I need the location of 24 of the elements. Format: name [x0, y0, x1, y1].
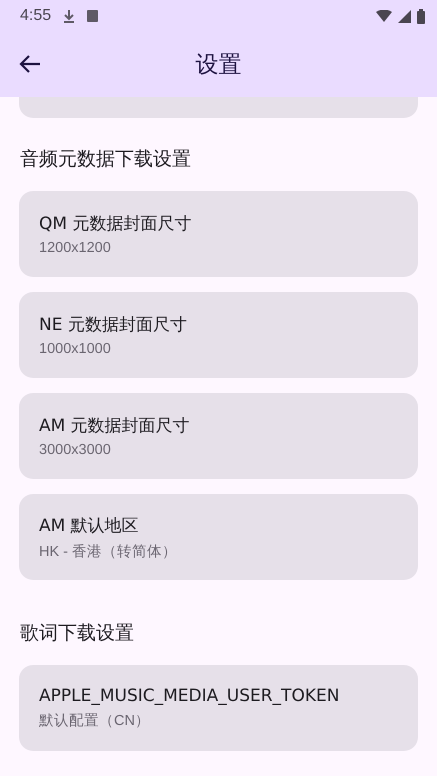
- settings-card[interactable]: AM 元数据封面尺寸 3000x3000: [19, 393, 418, 479]
- setting-value: 3000x3000: [39, 442, 112, 458]
- setting-title: QM 元数据封面尺寸: [39, 213, 192, 235]
- back-icon[interactable]: [19, 55, 41, 73]
- setting-value: 1000x1000: [39, 341, 112, 357]
- setting-title: AM 默认地区: [39, 514, 140, 536]
- download-icon: [63, 9, 76, 23]
- signal-icon: [398, 10, 411, 22]
- setting-value: HK - 香港（转简体）: [39, 542, 178, 560]
- setting-title: NE 元数据封面尺寸: [39, 314, 188, 336]
- status-time: 4:55: [20, 7, 52, 25]
- settings-card[interactable]: QM 元数据封面尺寸 1200x1200: [19, 191, 418, 277]
- setting-title: APPLE_MUSIC_MEDIA_USER_TOKEN: [39, 686, 340, 706]
- settings-card[interactable]: NE 元数据封面尺寸 1000x1000: [19, 292, 418, 378]
- section-header: 歌词下载设置: [19, 621, 135, 646]
- settings-card[interactable]: APPLE_MUSIC_MEDIA_USER_TOKEN 默认配置（CN）: [19, 665, 418, 751]
- setting-value: 1200x1200: [39, 240, 112, 256]
- screen-title: 设置: [196, 51, 242, 80]
- setting-value: 默认配置（CN）: [39, 712, 151, 730]
- battery-icon: [417, 8, 425, 24]
- section-header: 音频元数据下载设置: [19, 147, 192, 172]
- settings-card[interactable]: AM 默认地区 HK - 香港（转简体）: [19, 494, 418, 580]
- setting-title: AM 元数据封面尺寸: [39, 415, 191, 437]
- wifi-icon: [376, 10, 392, 22]
